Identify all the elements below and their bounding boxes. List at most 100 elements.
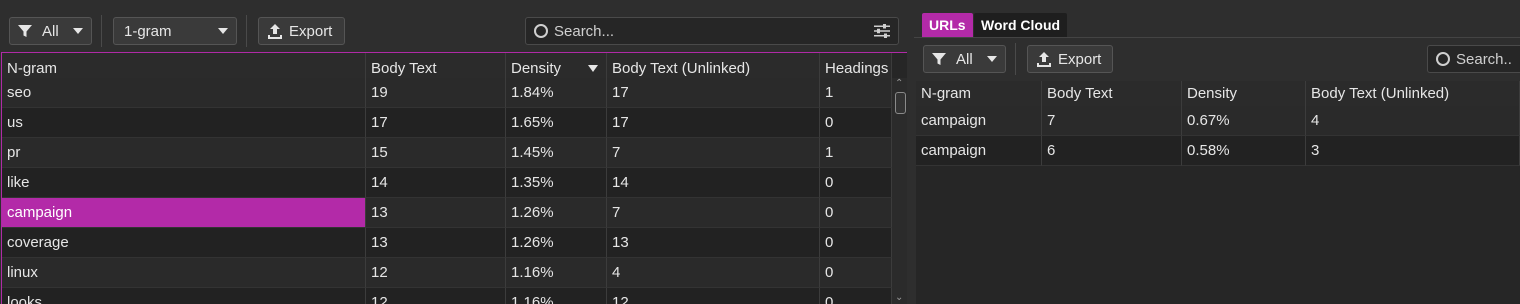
search-input[interactable]: Search... (525, 17, 899, 45)
cell-body-text-unlinked: 7 (607, 138, 820, 168)
cell-density: 1.84% (506, 78, 607, 108)
cell-body-text-unlinked: 12 (607, 288, 820, 304)
column-header-body-text[interactable]: Body Text (1042, 81, 1182, 106)
sort-descending-icon (588, 64, 598, 72)
ngrams-table: N-gram Body Text Density Body Text (Unli… (1, 52, 907, 304)
search-icon (534, 24, 548, 38)
cell-body-text-unlinked: 7 (607, 198, 820, 228)
vertical-scrollbar[interactable]: ⌃ ⌄ (892, 78, 907, 304)
cell-body-text: 14 (366, 168, 506, 198)
filter-icon (932, 53, 946, 65)
table-row[interactable]: looks 12 1.16% 12 0 (2, 288, 892, 304)
search-icon (1436, 52, 1450, 66)
table-row[interactable]: campaign 6 0.58% 3 (916, 136, 1520, 166)
cell-density: 1.35% (506, 168, 607, 198)
right-search-input[interactable]: Search... (1427, 45, 1520, 73)
cell-body-text: 19 (366, 78, 506, 108)
cell-ngram: campaign (916, 136, 1042, 166)
table-header: N-gram Body Text Density Body Text (Unli… (916, 81, 1520, 106)
ngram-size-value: 1-gram (124, 22, 172, 40)
toolbar-divider (101, 15, 102, 47)
toolbar-divider (1015, 43, 1016, 75)
cell-ngram: linux (2, 258, 366, 288)
cell-headings: 1 (820, 78, 892, 108)
cell-ngram: seo (2, 78, 366, 108)
upload-icon (1037, 52, 1051, 67)
ngram-size-select[interactable]: 1-gram (113, 17, 237, 45)
scroll-down-icon[interactable]: ⌄ (895, 292, 903, 303)
cell-density: 1.16% (506, 258, 607, 288)
cell-body-text-unlinked: 14 (607, 168, 820, 198)
tab-urls[interactable]: URLs (922, 13, 973, 37)
cell-body-text-unlinked: 13 (607, 228, 820, 258)
cell-body-text-unlinked: 4 (1306, 106, 1520, 136)
cell-body-text: 13 (366, 198, 506, 228)
search-placeholder: Search... (554, 22, 615, 40)
scroll-up-icon[interactable]: ⌃ (895, 78, 903, 89)
cell-ngram: like (2, 168, 366, 198)
ngrams-window: All 1-gram Export Search... N-gram Body … (0, 0, 1520, 304)
cell-headings: 0 (820, 288, 892, 304)
column-header-ngram[interactable]: N-gram (916, 81, 1042, 106)
tab-word-cloud[interactable]: Word Cloud (974, 13, 1068, 37)
cell-body-text-unlinked: 17 (607, 108, 820, 138)
cell-density: 1.65% (506, 108, 607, 138)
cell-body-text-unlinked: 3 (1306, 136, 1520, 166)
chevron-down-icon (73, 28, 83, 34)
cell-ngram: campaign (2, 198, 366, 228)
filter-settings-icon[interactable] (874, 24, 890, 38)
tab-underline (914, 37, 1520, 38)
toolbar-divider (246, 15, 247, 47)
column-header-body-text-unlinked[interactable]: Body Text (Unlinked) (1306, 81, 1520, 106)
cell-density: 1.26% (506, 198, 607, 228)
cell-ngram: us (2, 108, 366, 138)
cell-density: 1.26% (506, 228, 607, 258)
cell-body-text: 12 (366, 288, 506, 304)
cell-ngram: pr (2, 138, 366, 168)
column-header-density-label: Density (511, 59, 562, 77)
search-placeholder: Search... (1456, 50, 1512, 68)
cell-headings: 0 (820, 108, 892, 138)
cell-ngram: coverage (2, 228, 366, 258)
cell-density: 1.16% (506, 288, 607, 304)
cell-body-text: 6 (1042, 136, 1182, 166)
cell-body-text-unlinked: 17 (607, 78, 820, 108)
filter-dropdown[interactable]: All (9, 17, 92, 45)
export-button[interactable]: Export (258, 17, 345, 45)
export-label: Export (289, 22, 333, 40)
cell-body-text: 15 (366, 138, 506, 168)
table-row[interactable]: like 14 1.35% 14 0 (2, 168, 892, 198)
chevron-down-icon (218, 28, 228, 34)
cell-density: 0.58% (1182, 136, 1306, 166)
cell-body-text: 17 (366, 108, 506, 138)
table-row[interactable]: linux 12 1.16% 4 0 (2, 258, 892, 288)
cell-headings: 0 (820, 198, 892, 228)
table-row-selected[interactable]: campaign 13 1.26% 7 0 (2, 198, 892, 228)
cell-headings: 0 (820, 168, 892, 198)
table-row[interactable]: campaign 7 0.67% 4 (916, 106, 1520, 136)
cell-ngram: campaign (916, 106, 1042, 136)
filter-icon (18, 25, 32, 37)
cell-body-text-unlinked: 4 (607, 258, 820, 288)
right-filter-dropdown[interactable]: All (923, 45, 1006, 73)
cell-body-text: 13 (366, 228, 506, 258)
urls-table: N-gram Body Text Density Body Text (Unli… (916, 81, 1520, 304)
cell-body-text: 7 (1042, 106, 1182, 136)
cell-ngram: looks (2, 288, 366, 304)
table-row[interactable]: us 17 1.65% 17 0 (2, 108, 892, 138)
table-row[interactable]: coverage 13 1.26% 13 0 (2, 228, 892, 258)
table-row[interactable]: pr 15 1.45% 7 1 (2, 138, 892, 168)
filter-label: All (956, 50, 973, 68)
export-label: Export (1058, 50, 1102, 68)
scrollbar-thumb[interactable] (895, 92, 906, 114)
cell-headings: 1 (820, 138, 892, 168)
cell-body-text: 12 (366, 258, 506, 288)
cell-density: 1.45% (506, 138, 607, 168)
right-export-button[interactable]: Export (1027, 45, 1113, 73)
column-header-density[interactable]: Density (1182, 81, 1306, 106)
cell-headings: 0 (820, 228, 892, 258)
chevron-down-icon (987, 56, 997, 62)
cell-headings: 0 (820, 258, 892, 288)
cell-density: 0.67% (1182, 106, 1306, 136)
table-row[interactable]: seo 19 1.84% 17 1 (2, 78, 892, 108)
